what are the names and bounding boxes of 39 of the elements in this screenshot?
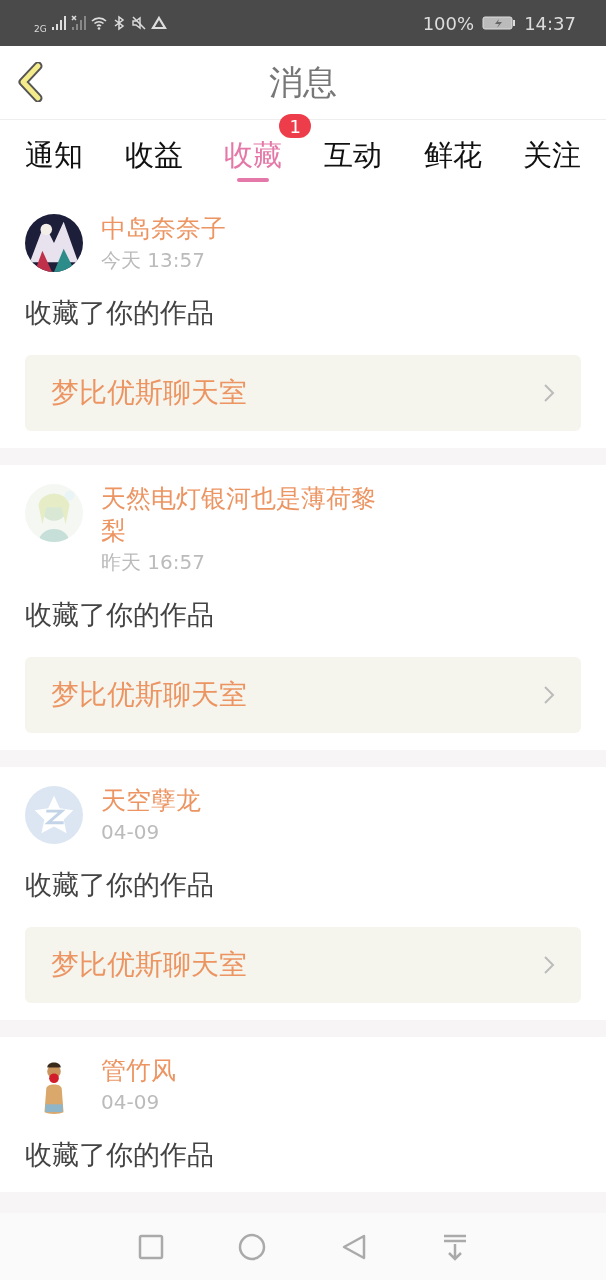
network-type: 2G [34, 24, 47, 34]
message-time: 04-09 [101, 1089, 161, 1116]
user-name[interactable]: 天然电灯银河也是薄荷黎梨 [101, 483, 381, 547]
message-time: 今天 13:57 [101, 247, 206, 274]
work-link[interactable]: 梦比优斯聊天室 [25, 355, 581, 431]
chevron-right-icon [543, 685, 555, 705]
page-title: 消息 [269, 60, 337, 104]
work-link[interactable]: 梦比优斯聊天室 [25, 927, 581, 1003]
message-time: 04-09 [101, 819, 161, 846]
message-text: 收藏了你的作品 [25, 296, 215, 330]
chevron-right-icon [543, 955, 555, 975]
signal-icon [50, 15, 67, 31]
battery-icon [482, 15, 517, 31]
user-name[interactable]: 管竹风 [101, 1055, 176, 1087]
battery-percent: 100% [422, 12, 475, 34]
user-name[interactable]: 天空孽龙 [101, 785, 201, 817]
default-avatar-icon [25, 786, 83, 844]
message-text: 收藏了你的作品 [25, 598, 215, 632]
clock-time: 14:37 [524, 12, 576, 34]
chevron-right-icon [543, 383, 555, 403]
message-text: 收藏了你的作品 [25, 868, 215, 902]
tab[interactable]: 关注 [517, 120, 588, 195]
tab[interactable]: 鲜花 [417, 120, 488, 195]
triangle-icon [150, 15, 167, 31]
tab[interactable]: 收益 [118, 120, 189, 195]
count-badge: 1 [279, 114, 312, 138]
back-icon[interactable] [18, 62, 44, 102]
wifi-icon [90, 15, 107, 31]
recent-apps-icon[interactable] [136, 1232, 165, 1261]
no-signal-icon [70, 15, 87, 31]
tab[interactable]: 通知 [18, 120, 89, 195]
tab-indicator [237, 178, 270, 182]
mute-icon [130, 15, 147, 31]
message-text: 收藏了你的作品 [25, 1138, 215, 1172]
message-time: 昨天 16:57 [101, 549, 206, 576]
home-icon[interactable] [238, 1232, 267, 1261]
user-name[interactable]: 中岛奈奈子 [101, 213, 226, 245]
tab[interactable]: 互动 [317, 120, 388, 195]
work-link[interactable]: 梦比优斯聊天室 [25, 657, 581, 733]
